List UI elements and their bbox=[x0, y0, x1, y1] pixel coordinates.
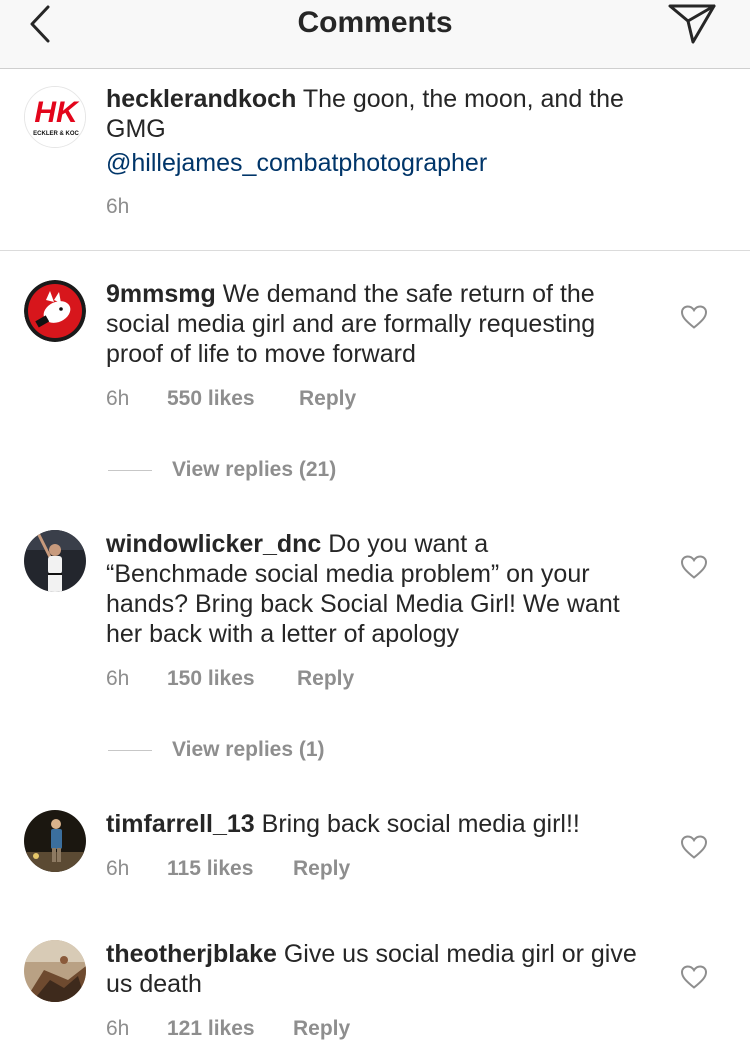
heart-outline-icon bbox=[680, 965, 708, 989]
post-caption: HK ECKLER & KOC hecklerandkoch The goon,… bbox=[0, 69, 750, 251]
comment-username[interactable]: windowlicker_dnc bbox=[106, 530, 321, 558]
comment-meta: 6h 550 likes Reply bbox=[106, 387, 356, 411]
comment-username[interactable]: 9mmsmg bbox=[106, 280, 216, 308]
caption-meta: 6h bbox=[106, 195, 129, 219]
like-button[interactable] bbox=[680, 304, 708, 330]
reply-button[interactable]: Reply bbox=[293, 1017, 350, 1041]
heart-outline-icon bbox=[680, 555, 708, 579]
like-button[interactable] bbox=[680, 964, 708, 990]
likes-count[interactable]: 115 likes bbox=[167, 857, 293, 881]
reply-button[interactable]: Reply bbox=[297, 667, 354, 691]
likes-count[interactable]: 121 likes bbox=[167, 1017, 293, 1041]
heart-outline-icon bbox=[680, 835, 708, 859]
performer-photo-icon bbox=[24, 530, 86, 592]
timestamp: 6h bbox=[106, 195, 130, 218]
comment-meta: 6h 150 likes Reply bbox=[106, 667, 354, 691]
comment-meta: 6h 121 likes Reply bbox=[106, 1017, 350, 1041]
outdoor-photo-icon bbox=[24, 940, 86, 1002]
likes-count[interactable]: 150 likes bbox=[167, 667, 297, 691]
view-replies-button[interactable]: View replies (1) bbox=[108, 738, 325, 762]
like-button[interactable] bbox=[680, 554, 708, 580]
comment-text: windowlicker_dnc Do you want a “Benchmad… bbox=[106, 529, 636, 649]
night-photo-icon bbox=[24, 810, 86, 872]
heart-outline-icon bbox=[680, 305, 708, 329]
bull-terrier-logo-icon bbox=[24, 280, 86, 342]
timestamp: 6h bbox=[106, 1017, 130, 1040]
avatar[interactable] bbox=[24, 940, 86, 1002]
divider-line bbox=[108, 469, 152, 471]
comment-username[interactable]: timfarrell_13 bbox=[106, 810, 255, 838]
timestamp: 6h bbox=[106, 387, 130, 410]
comment-text: 9mmsmg We demand the safe return of the … bbox=[106, 279, 656, 369]
view-replies-label: View replies (1) bbox=[172, 738, 325, 761]
likes-count[interactable]: 550 likes bbox=[167, 387, 299, 411]
view-replies-label: View replies (21) bbox=[172, 458, 337, 481]
comment-body: Bring back social media girl!! bbox=[254, 810, 580, 838]
timestamp: 6h bbox=[106, 667, 130, 690]
mention-link[interactable]: @hillejames_combatphotographer bbox=[106, 148, 646, 178]
avatar[interactable]: HK ECKLER & KOC bbox=[24, 86, 86, 148]
svg-text:ECKLER & KOC: ECKLER & KOC bbox=[33, 131, 79, 137]
paper-plane-icon bbox=[668, 4, 716, 44]
reply-button[interactable]: Reply bbox=[299, 387, 356, 411]
comment-text: theotherjblake Give us social media girl… bbox=[106, 939, 656, 999]
like-button[interactable] bbox=[680, 834, 708, 860]
page-title: Comments bbox=[297, 6, 453, 39]
divider-line bbox=[108, 749, 152, 751]
avatar[interactable] bbox=[24, 280, 86, 342]
share-button[interactable] bbox=[666, 0, 720, 46]
top-bar: Comments bbox=[0, 0, 750, 69]
reply-button[interactable]: Reply bbox=[293, 857, 350, 881]
caption-username[interactable]: hecklerandkoch bbox=[106, 85, 296, 113]
hk-logo-icon: HK ECKLER & KOC bbox=[25, 87, 85, 147]
comment-username[interactable]: theotherjblake bbox=[106, 940, 277, 968]
timestamp: 6h bbox=[106, 857, 130, 880]
avatar[interactable] bbox=[24, 530, 86, 592]
comment-meta: 6h 115 likes Reply bbox=[106, 857, 350, 881]
svg-text:HK: HK bbox=[34, 96, 80, 129]
caption-text: hecklerandkoch The goon, the moon, and t… bbox=[106, 84, 646, 178]
comment-text: timfarrell_13 Bring back social media gi… bbox=[106, 809, 656, 839]
avatar[interactable] bbox=[24, 810, 86, 872]
view-replies-button[interactable]: View replies (21) bbox=[108, 458, 336, 482]
